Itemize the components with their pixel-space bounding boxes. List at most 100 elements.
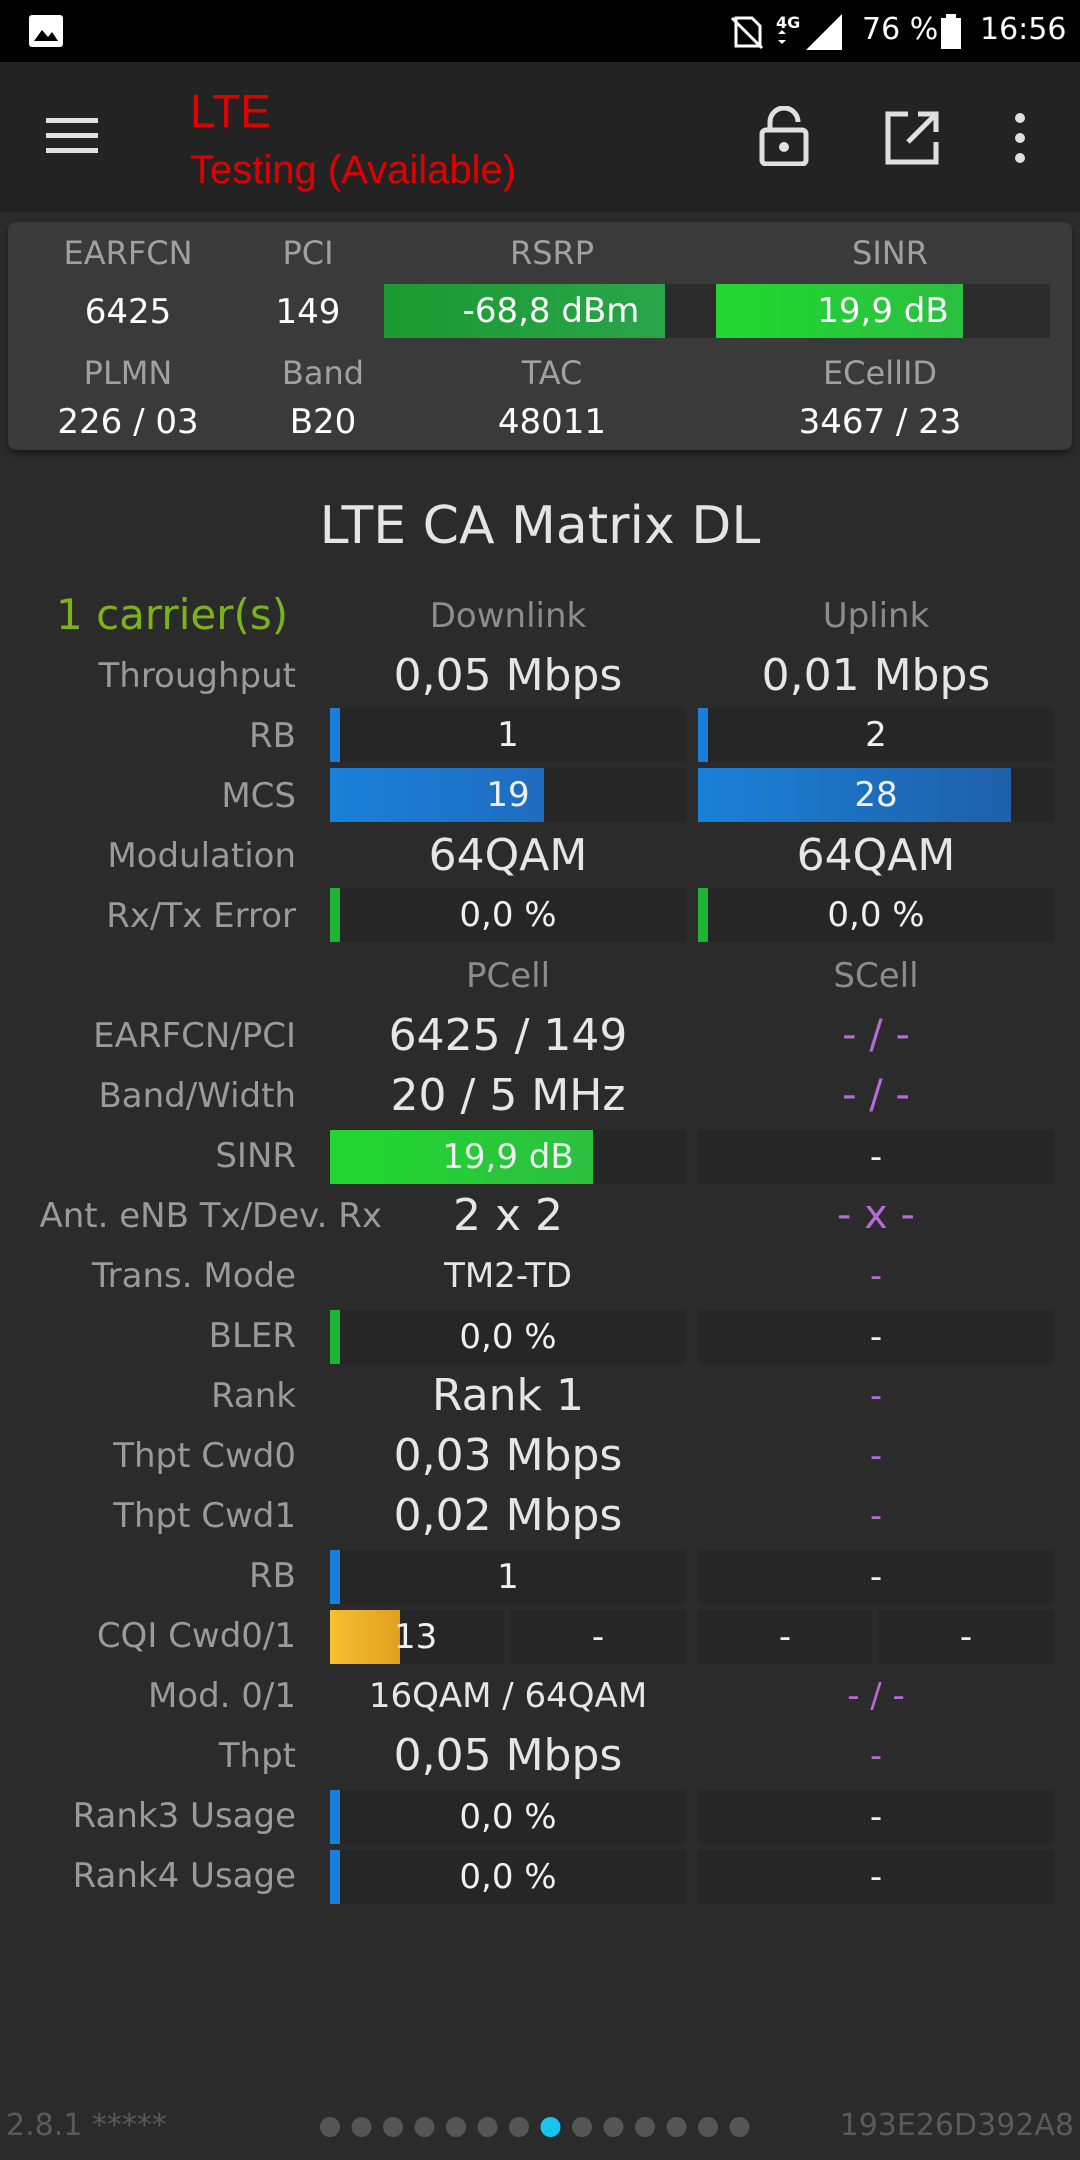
sinr-header: SINR	[852, 234, 928, 272]
sinr-value: 19,9 dB	[817, 291, 949, 331]
scell-rank4-bar: -	[698, 1850, 1054, 1904]
modulation-label: Modulation	[107, 836, 296, 876]
uplink-header: Uplink	[822, 596, 930, 636]
device-id: 193E26D392A8	[839, 2108, 1074, 2143]
uplink-rb-value: 2	[865, 715, 887, 755]
pcell-cqi1-bar: -	[510, 1610, 686, 1664]
scell-earfcn-pci: - / -	[842, 1012, 910, 1058]
page-dot[interactable]	[446, 2117, 466, 2137]
scell-rank: -	[869, 1376, 883, 1416]
page-dot-active[interactable]	[540, 2117, 561, 2137]
rxtx-error-label: Rx/Tx Error	[106, 896, 296, 936]
scell-cqi0-bar: -	[698, 1610, 872, 1664]
app-subtitle: Testing (Available)	[190, 148, 517, 192]
pcell-sinr-value: 19,9 dB	[442, 1137, 574, 1177]
uplink-mcs-bar: 28	[698, 768, 1054, 822]
pcell-rb-bar: 1	[330, 1550, 686, 1604]
sinr-bar: 19,9 dB	[716, 284, 1050, 338]
scell-mod01: - / -	[847, 1676, 905, 1716]
scell-sinr-value: -	[869, 1137, 883, 1177]
band-header: Band	[281, 354, 365, 392]
thpt-label: Thpt	[218, 1736, 296, 1776]
tac-header: TAC	[521, 354, 583, 392]
rsrp-bar: -68,8 dBm	[384, 284, 718, 338]
no-sim-icon	[730, 16, 764, 50]
open-external-icon[interactable]	[884, 110, 940, 166]
page-indicator[interactable]	[316, 2112, 756, 2142]
pcell-rb-label: RB	[249, 1556, 296, 1596]
page-dot[interactable]	[698, 2117, 718, 2137]
scell-header: SCell	[833, 956, 919, 996]
rank4-label: Rank4 Usage	[72, 1856, 296, 1896]
pcell-rank3-value: 0,0 %	[459, 1797, 557, 1837]
page-dot[interactable]	[351, 2117, 372, 2137]
page-dot[interactable]	[666, 2117, 687, 2137]
downlink-modulation: 64QAM	[428, 830, 588, 881]
pcell-rank4-bar: 0,0 %	[330, 1850, 686, 1904]
cqi-label: CQI Cwd0/1	[96, 1616, 296, 1656]
downlink-error-bar: 0,0 %	[330, 888, 686, 942]
clock: 16:56	[980, 12, 1067, 47]
rank-label: Rank	[211, 1376, 296, 1416]
page-dot[interactable]	[414, 2117, 435, 2137]
page-dot[interactable]	[572, 2117, 592, 2137]
page-dot[interactable]	[635, 2117, 655, 2137]
pcell-cqi1-value: -	[591, 1617, 605, 1657]
mcs-label: MCS	[221, 776, 296, 816]
pcell-antenna: 2 x 2	[453, 1190, 563, 1241]
plmn-value: 226 / 03	[57, 402, 199, 442]
pcell-earfcn-pci: 6425 / 149	[388, 1010, 628, 1061]
scell-band-width: - / -	[842, 1072, 910, 1118]
page-dot[interactable]	[477, 2117, 498, 2137]
pcell-thpt: 0,05 Mbps	[393, 1730, 623, 1781]
pcell-rank3-bar: 0,0 %	[330, 1790, 686, 1844]
downlink-throughput: 0,05 Mbps	[393, 650, 623, 701]
scell-rb-value: -	[869, 1557, 883, 1597]
pci-value: 149	[275, 292, 341, 332]
rsrp-value: -68,8 dBm	[462, 291, 640, 331]
scell-rank4-value: -	[869, 1857, 883, 1897]
pcell-mod01: 16QAM / 64QAM	[368, 1676, 648, 1716]
scell-rank3-bar: -	[698, 1790, 1054, 1844]
uplink-modulation: 64QAM	[796, 830, 956, 881]
scell-sinr-bar: -	[698, 1130, 1054, 1184]
throughput-label: Throughput	[98, 656, 297, 696]
scell-cqi1-bar: -	[878, 1610, 1054, 1664]
earfcn-value: 6425	[84, 292, 172, 332]
scell-thpt: -	[869, 1736, 883, 1776]
page-dot[interactable]	[509, 2117, 529, 2137]
app-title: LTE	[190, 85, 271, 137]
scell-bler-value: -	[869, 1317, 883, 1357]
uplink-error-bar: 0,0 %	[698, 888, 1054, 942]
page-dot[interactable]	[320, 2117, 340, 2137]
downlink-error-value: 0,0 %	[459, 895, 557, 935]
uplink-throughput: 0,01 Mbps	[761, 650, 991, 701]
page-dot[interactable]	[383, 2117, 403, 2137]
cell-info-panel: EARFCN PCI RSRP SINR 6425 149 -68,8 dBm …	[8, 222, 1072, 450]
ecellid-value: 3467 / 23	[798, 402, 962, 442]
downlink-header: Downlink	[429, 596, 587, 636]
bler-label: BLER	[208, 1316, 296, 1356]
pcell-trans-mode: TM2-TD	[444, 1256, 572, 1296]
uplink-mcs-value: 28	[854, 775, 898, 815]
page-dot[interactable]	[603, 2117, 624, 2137]
pcell-rb-value: 1	[497, 1557, 519, 1597]
pcell-bler-bar: 0,0 %	[330, 1310, 686, 1364]
thpt-cwd1-label: Thpt Cwd1	[113, 1496, 296, 1536]
earfcn-pci-label: EARFCN/PCI	[93, 1016, 296, 1056]
svg-text:4G: 4G	[776, 13, 800, 32]
band-value: B20	[289, 402, 357, 442]
menu-icon[interactable]	[46, 116, 98, 156]
signal-4g-icon: 4G	[776, 13, 842, 50]
scell-thpt-cwd0: -	[869, 1436, 883, 1476]
lock-open-icon[interactable]	[758, 106, 810, 166]
page-dot[interactable]	[729, 2117, 750, 2137]
downlink-rb-value: 1	[497, 715, 519, 755]
trans-mode-label: Trans. Mode	[91, 1256, 296, 1296]
more-vert-icon[interactable]	[1010, 110, 1030, 166]
carrier-count: 1 carrier(s)	[56, 590, 289, 639]
scell-antenna: - x -	[837, 1192, 915, 1238]
ecellid-header: ECellID	[822, 354, 938, 392]
gallery-notification-icon	[29, 15, 63, 47]
rank3-label: Rank3 Usage	[72, 1796, 296, 1836]
